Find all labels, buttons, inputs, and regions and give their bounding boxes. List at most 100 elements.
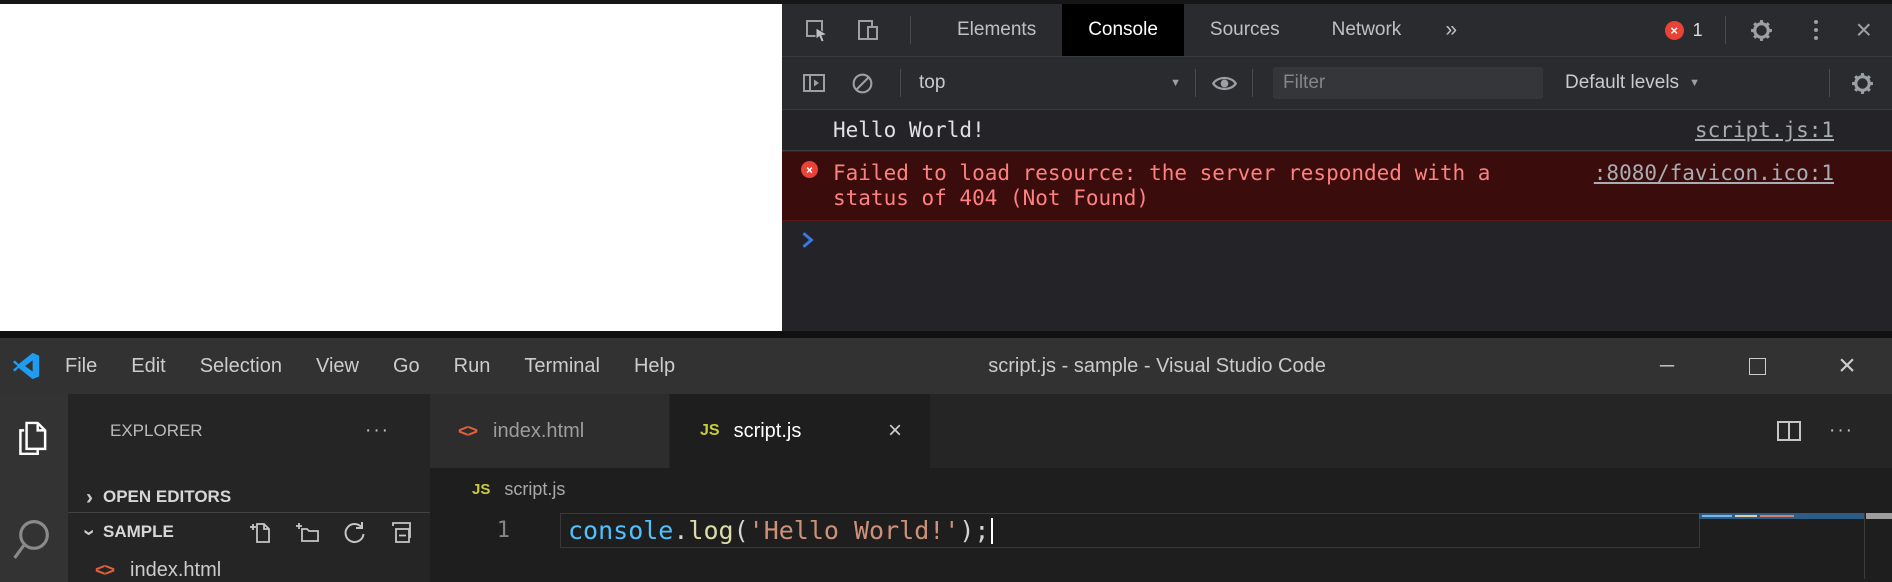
console-error-text: Failed to load resource: the server resp… [833, 161, 1574, 211]
divider [1252, 69, 1253, 97]
new-file-icon[interactable] [247, 519, 273, 545]
explorer-actions [247, 519, 430, 545]
divider [910, 16, 911, 44]
error-icon: × [801, 161, 818, 178]
open-editors-section[interactable]: › OPEN EDITORS [68, 482, 430, 513]
explorer-sidebar: EXPLORER ··· › OPEN EDITORS › SAMPLE [68, 394, 430, 582]
error-line-2: status of 404 (Not Found) [833, 186, 1574, 211]
screen: Elements Console Sources Network » × 1 [0, 0, 1892, 582]
device-toolbar-icon[interactable] [854, 16, 882, 44]
clear-console-icon[interactable] [848, 69, 876, 97]
context-label: top [919, 72, 945, 94]
devtools-panel: Elements Console Sources Network » × 1 [782, 4, 1892, 331]
maximize-icon [1749, 358, 1766, 375]
console-toolbar: top ▼ Default levels ▼ [782, 57, 1892, 110]
breadcrumb-file: script.js [504, 479, 565, 500]
vscode-window: File Edit Selection View Go Run Terminal… [0, 338, 1892, 582]
code-editor[interactable]: 1 console.log('Hello World!'); [430, 510, 1892, 582]
menu-selection[interactable]: Selection [183, 355, 299, 378]
explorer-activity-icon[interactable] [14, 418, 54, 460]
editor-more-icon[interactable]: ··· [1829, 420, 1854, 442]
console-log-text: Hello World! [833, 118, 1675, 142]
browser-viewport [0, 4, 782, 331]
collapse-folders-icon[interactable] [388, 519, 414, 545]
window-controls: ─ × [1622, 338, 1892, 394]
javascript-context-selector[interactable]: top ▼ [919, 72, 1181, 94]
devtools-close-icon[interactable]: × [1856, 16, 1872, 44]
menu-view[interactable]: View [299, 355, 376, 378]
menu-file[interactable]: File [48, 355, 114, 378]
menu-go[interactable]: Go [376, 355, 437, 378]
more-options-icon[interactable] [1814, 20, 1818, 40]
inspect-element-icon[interactable] [802, 16, 830, 44]
search-activity-icon[interactable] [13, 518, 55, 564]
tab-elements[interactable]: Elements [931, 4, 1062, 56]
tab-label: script.js [734, 420, 802, 443]
chevron-right-icon: › [76, 487, 103, 508]
window-title: script.js - sample - Visual Studio Code [692, 355, 1622, 378]
token-close: ); [959, 516, 989, 545]
minimize-button[interactable]: ─ [1622, 338, 1712, 394]
divider [1725, 16, 1726, 44]
menu-edit[interactable]: Edit [114, 355, 182, 378]
token-open-paren: ( [734, 516, 749, 545]
error-count: 1 [1693, 20, 1703, 41]
editor-tab-index-html[interactable]: <> index.html [430, 394, 670, 468]
tab-console[interactable]: Console [1062, 4, 1184, 56]
chevron-down-icon: ▼ [1689, 77, 1700, 89]
divider [1829, 69, 1830, 97]
menu-help[interactable]: Help [617, 355, 692, 378]
error-count-badge[interactable]: × 1 [1665, 20, 1703, 41]
menu-run[interactable]: Run [437, 355, 508, 378]
levels-label: Default levels [1565, 72, 1679, 94]
tab-label: index.html [493, 420, 584, 443]
activity-bar [0, 394, 68, 582]
breadcrumb[interactable]: JS script.js [430, 468, 1892, 510]
console-settings-gear-icon[interactable] [1848, 69, 1876, 97]
log-levels-selector[interactable]: Default levels ▼ [1565, 72, 1700, 94]
text-cursor [991, 518, 993, 544]
console-output: Hello World! script.js:1 × Failed to loa… [782, 110, 1892, 331]
console-filter-input[interactable] [1273, 67, 1543, 99]
code-line-1: 1 console.log('Hello World!'); [430, 513, 1892, 548]
live-expression-eye-icon[interactable] [1210, 69, 1238, 97]
vscode-body: EXPLORER ··· › OPEN EDITORS › SAMPLE [0, 394, 1892, 582]
editor-tab-bar: <> index.html JS script.js × [430, 394, 1892, 468]
file-index-html[interactable]: <> index.html [68, 555, 430, 582]
folder-sample-header[interactable]: › SAMPLE [68, 513, 430, 551]
menu-terminal[interactable]: Terminal [507, 355, 617, 378]
current-line-highlight: console.log('Hello World!'); [560, 513, 1700, 548]
editor-actions: ··· [1775, 394, 1892, 468]
token-log: log [688, 516, 733, 545]
console-log-row: Hello World! script.js:1 [782, 110, 1892, 151]
source-link-script-js[interactable]: script.js:1 [1695, 118, 1834, 142]
tab-sources[interactable]: Sources [1184, 4, 1306, 56]
tab-close-icon[interactable]: × [888, 419, 902, 443]
js-file-icon: JS [700, 422, 720, 440]
error-line-1: Failed to load resource: the server resp… [833, 161, 1574, 186]
editor-tab-script-js[interactable]: JS script.js × [670, 394, 930, 468]
error-icon-slot: × [801, 161, 833, 178]
source-link-favicon[interactable]: :8080/favicon.ico:1 [1594, 161, 1834, 186]
token-console: console [568, 516, 673, 545]
explorer-header: EXPLORER ··· [68, 394, 430, 446]
menu-bar: File Edit Selection View Go Run Terminal… [48, 355, 692, 378]
close-button[interactable]: × [1802, 338, 1892, 394]
explorer-more-icon[interactable]: ··· [365, 420, 390, 442]
more-tabs-icon[interactable]: » [1427, 4, 1475, 56]
minimap[interactable] [1699, 513, 1865, 579]
vscode-titlebar: File Edit Selection View Go Run Terminal… [0, 338, 1892, 394]
chevron-down-icon: › [79, 519, 100, 546]
split-editor-icon[interactable] [1775, 417, 1803, 445]
console-prompt[interactable] [782, 221, 1892, 249]
editor-group: <> index.html JS script.js × [430, 394, 1892, 582]
tab-network[interactable]: Network [1306, 4, 1428, 56]
console-error-row: × Failed to load resource: the server re… [782, 151, 1892, 221]
explorer-title: EXPLORER [110, 421, 203, 441]
maximize-button[interactable] [1712, 338, 1802, 394]
settings-gear-icon[interactable] [1748, 16, 1776, 44]
devtools-tab-bar: Elements Console Sources Network » × 1 [782, 4, 1892, 57]
console-sidebar-icon[interactable] [800, 69, 828, 97]
refresh-icon[interactable] [341, 519, 367, 545]
new-folder-icon[interactable] [294, 519, 320, 545]
